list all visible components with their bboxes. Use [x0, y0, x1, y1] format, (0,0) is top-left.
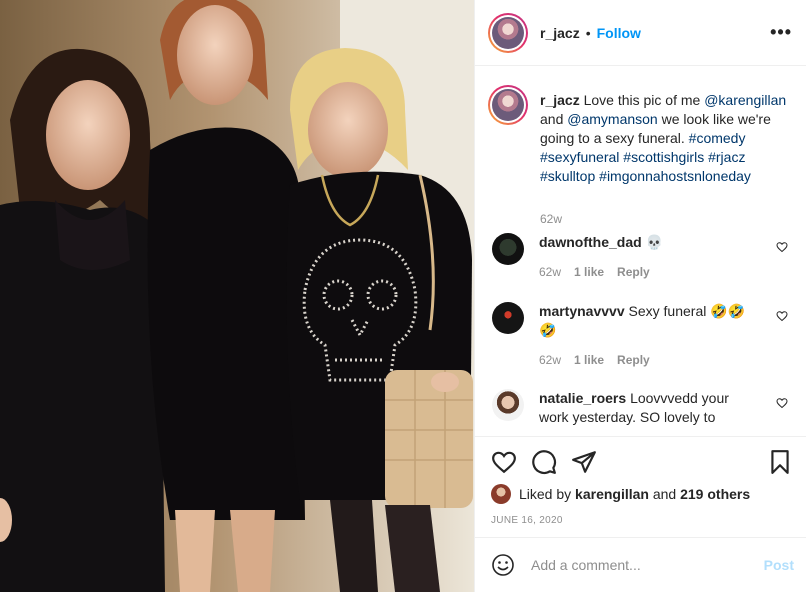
- save-bookmark-icon[interactable]: [767, 449, 793, 475]
- comment-item: martynavvvv Sexy funeral 🤣🤣🤣 62w 1 like …: [492, 302, 792, 372]
- comment-meta: 62w 1 like Reply: [539, 265, 650, 279]
- likes-prefix: Liked by: [519, 486, 572, 502]
- comment-bubble-icon[interactable]: [531, 449, 557, 475]
- liker-avatar[interactable]: [491, 484, 511, 504]
- post-date[interactable]: JUNE 16, 2020: [491, 515, 563, 526]
- post-side-panel: r_jacz • Follow ••• r_jacz Love this pic…: [474, 0, 806, 592]
- comment-likes[interactable]: 1 like: [574, 353, 604, 367]
- add-comment-bar: Post: [475, 537, 806, 592]
- post-actions: Liked by karengillan and 219 others JUNE…: [475, 436, 806, 536]
- header-separator: •: [585, 24, 591, 41]
- instagram-post: r_jacz • Follow ••• r_jacz Love this pic…: [0, 0, 806, 592]
- liker-username[interactable]: karengillan: [575, 486, 649, 502]
- hashtag-link[interactable]: #comedy: [689, 130, 746, 146]
- more-options-icon[interactable]: •••: [770, 22, 792, 43]
- post-header: r_jacz • Follow •••: [475, 0, 806, 66]
- caption-body-text: Love this pic of me: [583, 92, 705, 108]
- hashtag-link[interactable]: #scottishgirls: [623, 149, 704, 165]
- comment-likes[interactable]: 1 like: [574, 265, 604, 279]
- commenter-username[interactable]: dawnofthe_dad: [539, 234, 642, 250]
- share-paper-plane-icon[interactable]: [571, 449, 597, 475]
- like-comment-icon[interactable]: [776, 241, 788, 253]
- follow-button[interactable]: Follow: [597, 25, 641, 41]
- caption-text: r_jacz Love this pic of me @karengillan …: [540, 91, 795, 186]
- comments-list[interactable]: r_jacz Love this pic of me @karengillan …: [475, 67, 806, 435]
- post-photo-image: [0, 0, 474, 592]
- mention-link[interactable]: @amymanson: [567, 111, 657, 127]
- hashtag-link[interactable]: #sexyfuneral: [540, 149, 619, 165]
- hashtag-link[interactable]: #skulltop: [540, 168, 595, 184]
- like-heart-icon[interactable]: [491, 449, 517, 475]
- commenter-username[interactable]: martynavvvv: [539, 303, 625, 319]
- add-comment-input[interactable]: [531, 557, 764, 573]
- commenter-avatar[interactable]: [492, 233, 524, 265]
- reply-button[interactable]: Reply: [617, 265, 650, 279]
- hashtag-link[interactable]: #rjacz: [708, 149, 745, 165]
- commenter-avatar[interactable]: [492, 302, 524, 334]
- comment-time: 62w: [539, 265, 562, 279]
- comment-text: dawnofthe_dad 💀: [539, 233, 754, 252]
- author-username[interactable]: r_jacz: [540, 25, 580, 41]
- caption-time: 62w: [540, 212, 563, 226]
- post-comment-button[interactable]: Post: [764, 557, 794, 573]
- like-comment-icon[interactable]: [776, 310, 788, 322]
- mention-link[interactable]: @karengillan: [704, 92, 786, 108]
- likes-and: and: [652, 486, 677, 502]
- emoji-icon[interactable]: [491, 553, 515, 577]
- comment-body: 💀: [645, 234, 663, 250]
- caption-author-avatar[interactable]: [488, 85, 528, 125]
- comment-text: martynavvvv Sexy funeral 🤣🤣🤣: [539, 302, 754, 340]
- likes-count-link[interactable]: 219 others: [680, 486, 750, 502]
- like-comment-icon[interactable]: [776, 397, 788, 409]
- comment-text: natalie_roers Loovvvedd your work yester…: [539, 389, 754, 427]
- caption-body-text: and: [540, 111, 568, 127]
- commenter-avatar[interactable]: [492, 389, 524, 421]
- comment-time: 62w: [539, 353, 562, 367]
- post-photo[interactable]: [0, 0, 474, 592]
- author-avatar[interactable]: [488, 12, 528, 53]
- likes-summary: Liked by karengillan and 219 others: [491, 484, 750, 504]
- hashtag-link[interactable]: #imgonnahostsnloneday: [599, 168, 751, 184]
- reply-button[interactable]: Reply: [617, 353, 650, 367]
- commenter-username[interactable]: natalie_roers: [539, 390, 626, 406]
- comment-item: natalie_roers Loovvvedd your work yester…: [492, 389, 792, 435]
- comment-item: dawnofthe_dad 💀 62w 1 like Reply: [492, 233, 792, 283]
- comment-meta: 62w 1 like Reply: [539, 353, 650, 367]
- caption-username[interactable]: r_jacz: [540, 92, 580, 108]
